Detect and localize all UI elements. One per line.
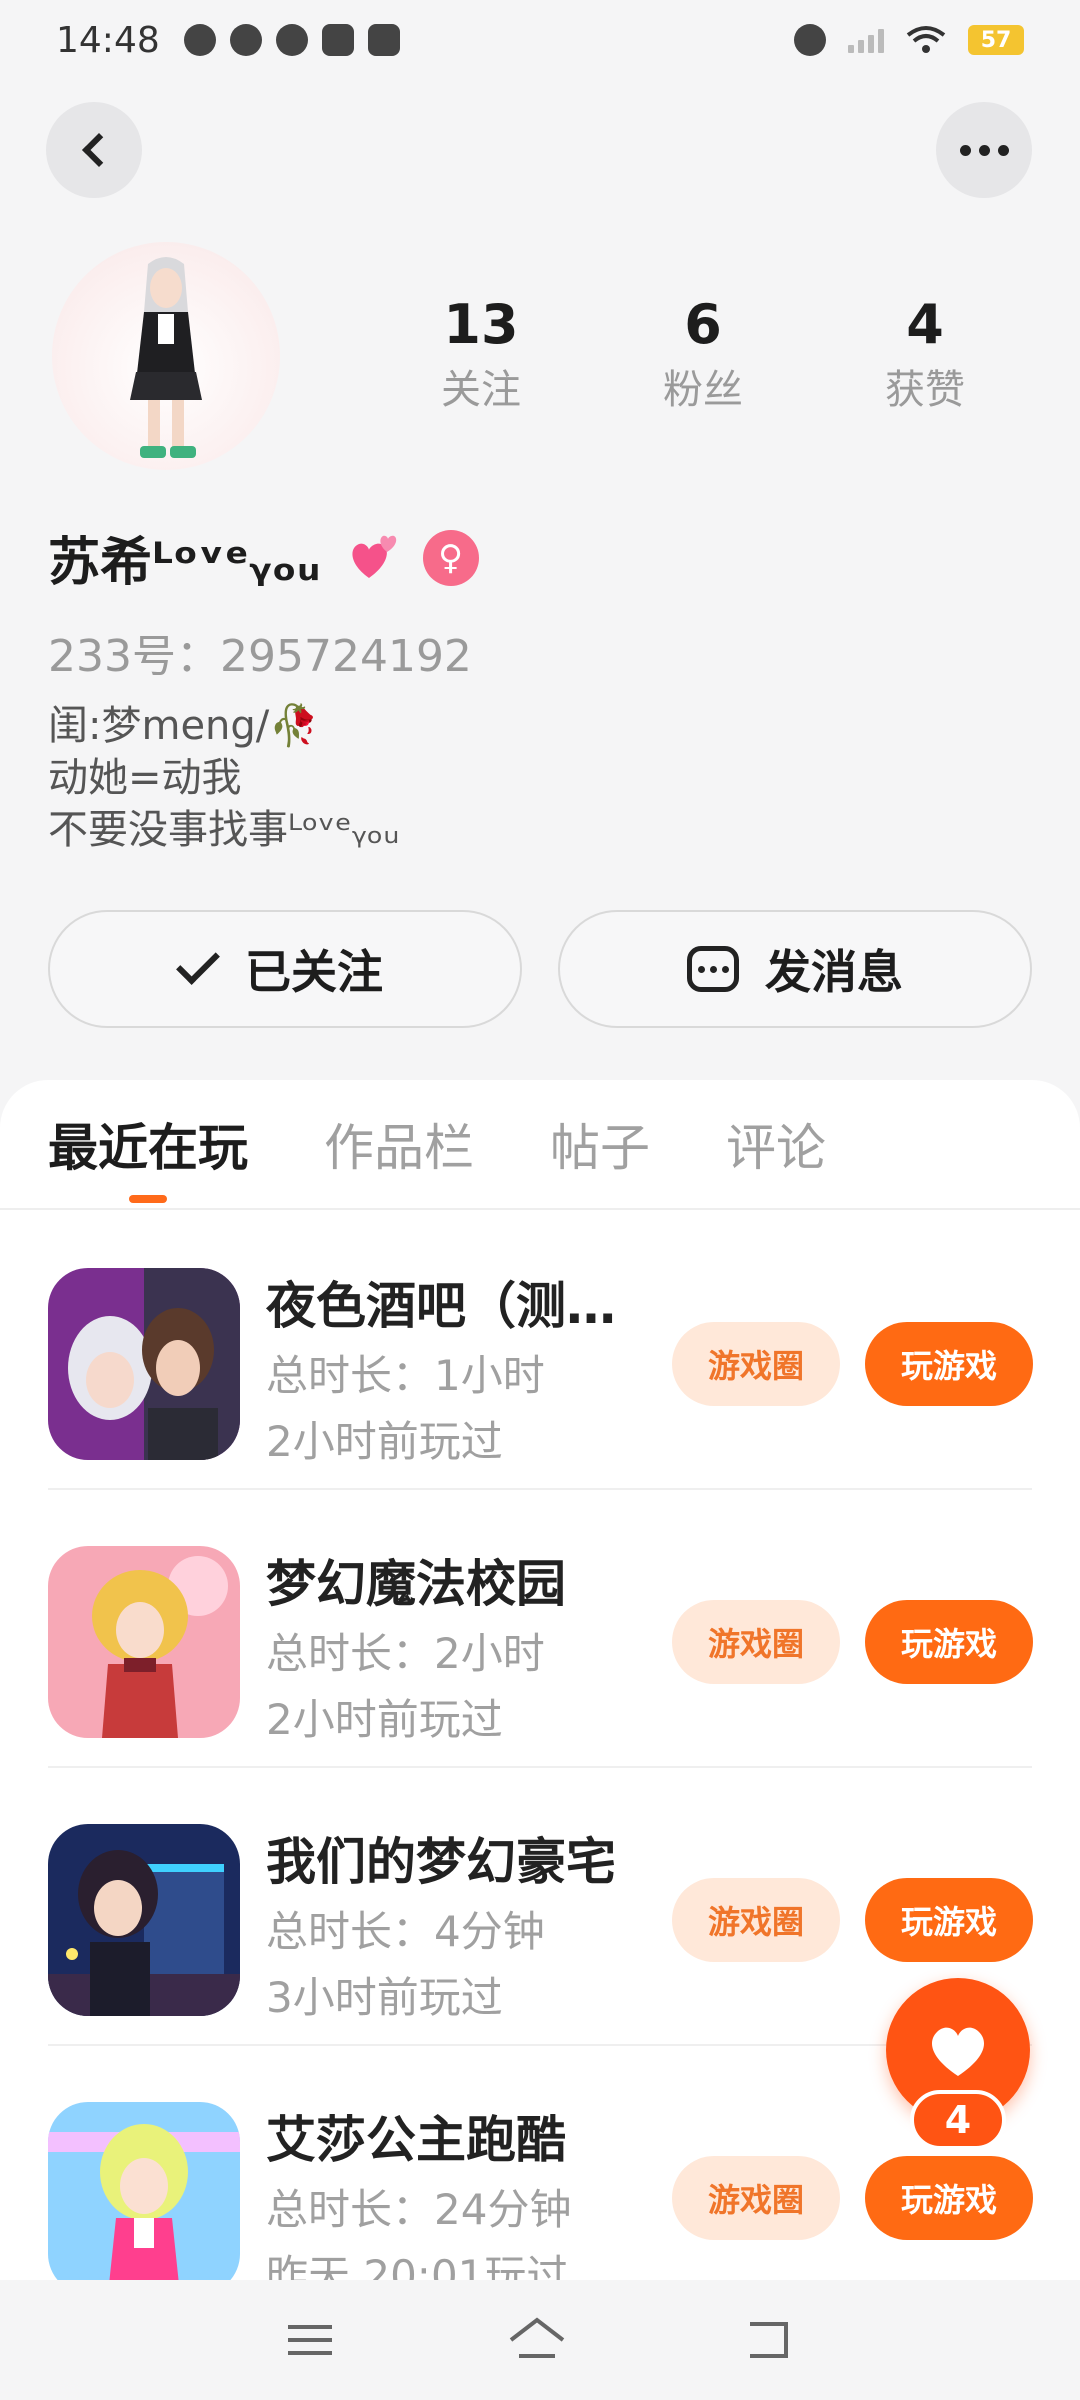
alarm-icon	[794, 24, 826, 56]
game-duration: 总时长：24分钟	[266, 2185, 572, 2234]
followed-label: 已关注	[245, 945, 383, 999]
game-circle-button[interactable]: 游戏圈	[672, 1878, 840, 1962]
game-duration: 总时长：1小时	[266, 1351, 545, 1400]
following-label: 关注	[441, 367, 521, 413]
game-last-played: 2小时前玩过	[266, 1695, 503, 1744]
home-icon[interactable]	[507, 2316, 567, 2364]
compass-icon	[183, 24, 216, 56]
fans-label: 粉丝	[663, 367, 743, 413]
wechat-icon	[275, 24, 308, 56]
following-count: 13	[443, 293, 519, 356]
play-game-button[interactable]: 玩游戏	[865, 1322, 1033, 1406]
game-duration: 总时长：4分钟	[266, 1907, 545, 1956]
status-time: 14:48	[56, 19, 160, 61]
system-nav-bar	[0, 2280, 1080, 2400]
game-thumbnail[interactable]	[48, 1824, 240, 2016]
game-circle-button[interactable]: 游戏圈	[672, 1600, 840, 1684]
bio-line: 不要没事找事ᴸᵒᵛᵉᵧₒᵤ	[48, 807, 400, 853]
profile-name-row: 苏希ᴸᵒᵛᵉᵧₒᵤ ♀	[48, 520, 479, 595]
tab-recently-played[interactable]: 最近在玩	[48, 1080, 248, 1209]
play-game-button[interactable]: 玩游戏	[865, 1878, 1033, 1962]
profile-stats: 13 关注 6 粉丝 4 获赞	[370, 290, 1036, 420]
stat-likes[interactable]: 4 获赞	[814, 290, 1036, 420]
game-circle-button[interactable]: 游戏圈	[672, 2156, 840, 2240]
stat-fans[interactable]: 6 粉丝	[592, 290, 814, 420]
send-message-button[interactable]: 发消息	[558, 910, 1032, 1028]
game-last-played: 昨天 20:01玩过	[266, 2251, 569, 2280]
more-dots-icon	[959, 144, 1009, 156]
two-hearts-icon	[351, 535, 396, 578]
mail-icon	[367, 24, 400, 56]
play-game-button[interactable]: 玩游戏	[865, 2156, 1033, 2240]
avatar[interactable]	[52, 242, 280, 470]
stat-following[interactable]: 13 关注	[370, 290, 592, 420]
tab-bar: 最近在玩 作品栏 帖子 评论	[0, 1080, 1080, 1210]
likes-count: 4	[906, 293, 944, 356]
tab-posts[interactable]: 帖子	[550, 1080, 650, 1209]
fans-count: 6	[684, 293, 722, 356]
tab-comments[interactable]: 评论	[726, 1080, 826, 1209]
signal-icon	[848, 27, 884, 53]
back-button[interactable]	[46, 102, 142, 198]
bio-line: 闺:梦meng/🥀	[48, 703, 320, 749]
game-last-played: 2小时前玩过	[266, 1417, 503, 1466]
game-last-played: 3小时前玩过	[266, 1973, 503, 2022]
game-title: 梦幻魔法校园	[266, 1555, 566, 1613]
user-id[interactable]: 233号：295724192	[48, 620, 472, 684]
battery-indicator: 57	[968, 25, 1024, 55]
check-icon	[176, 941, 220, 985]
game-circle-button[interactable]: 游戏圈	[672, 1322, 840, 1406]
menu-icon[interactable]	[287, 2325, 332, 2355]
game-title: 艾莎公主跑酷	[266, 2111, 566, 2169]
fan-icon	[229, 24, 262, 56]
chat-bubble-icon	[687, 946, 739, 992]
wifi-icon	[906, 26, 946, 53]
game-title: 夜色酒吧（测…	[266, 1277, 616, 1335]
game-duration: 总时长：2小时	[266, 1629, 545, 1678]
heart-icon	[931, 2027, 985, 2076]
bio-line: 动她=动我	[48, 755, 242, 801]
game-item[interactable]: 我们的梦幻豪宅 总时长：4分钟 3小时前玩过 游戏圈 玩游戏	[48, 1768, 1033, 2046]
game-title: 我们的梦幻豪宅	[266, 1833, 616, 1891]
status-bar: 14:48 57	[0, 0, 1080, 80]
calendar-icon	[321, 24, 354, 56]
more-options-button[interactable]	[936, 102, 1032, 198]
likes-label: 获赞	[885, 367, 965, 413]
game-thumbnail[interactable]	[48, 1546, 240, 1738]
send-message-label: 发消息	[765, 945, 903, 999]
game-thumbnail[interactable]	[48, 2102, 240, 2280]
game-thumbnail[interactable]	[48, 1268, 240, 1460]
game-item[interactable]: 夜色酒吧（测… 总时长：1小时 2小时前玩过 游戏圈 玩游戏	[48, 1212, 1033, 1490]
chevron-left-icon	[82, 133, 116, 167]
game-item[interactable]: 梦幻魔法校园 总时长：2小时 2小时前玩过 游戏圈 玩游戏	[48, 1490, 1033, 1768]
back-nav-icon[interactable]	[742, 2318, 792, 2362]
game-item[interactable]: 艾莎公主跑酷 总时长：24分钟 昨天 20:01玩过 游戏圈 玩游戏	[48, 2046, 1033, 2280]
notification-icons	[183, 24, 400, 56]
like-count-badge: 4	[910, 2090, 1006, 2150]
profile-name: 苏希ᴸᵒᵛᵉᵧₒᵤ	[48, 533, 321, 593]
play-game-button[interactable]: 玩游戏	[865, 1600, 1033, 1684]
tab-works[interactable]: 作品栏	[324, 1080, 474, 1209]
followed-button[interactable]: 已关注	[48, 910, 522, 1028]
profile-bio: 闺:梦meng/🥀 动她=动我 不要没事找事ᴸᵒᵛᵉᵧₒᵤ	[48, 700, 400, 856]
female-gender-icon: ♀	[422, 529, 479, 586]
